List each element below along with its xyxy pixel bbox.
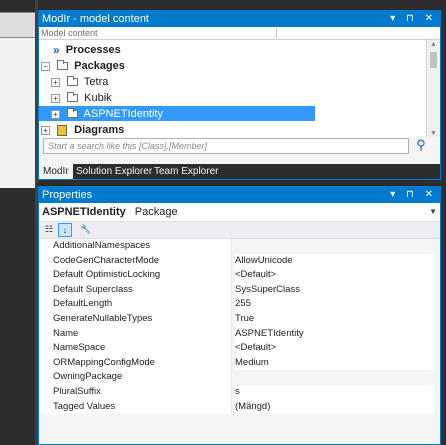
property-row[interactable]: ORMappingConfigMode Medium bbox=[39, 355, 440, 371]
object-name: ASPNETIdentity bbox=[42, 206, 126, 218]
property-value[interactable]: s bbox=[235, 384, 435, 400]
model-content-window: ModIr - model content ▾ ⊓ ✕ Model conten… bbox=[38, 10, 441, 180]
folder-icon bbox=[67, 76, 79, 87]
tree-scrollbar[interactable]: ▲ ▼ bbox=[426, 40, 440, 138]
tree-node-label: ASPNETIdentity bbox=[83, 108, 163, 120]
window-controls-icon[interactable]: ▾ ⊓ ✕ bbox=[390, 11, 437, 27]
property-value[interactable]: ASPNETIdentity bbox=[235, 326, 435, 342]
tree-node-label: Kubik bbox=[84, 92, 112, 104]
window-controls-icon[interactable]: ▾ ⊓ ✕ bbox=[390, 187, 437, 203]
model-column-header[interactable]: Model content bbox=[39, 27, 440, 40]
property-name: Default OptimisticLocking bbox=[39, 268, 232, 283]
expand-icon[interactable]: + bbox=[51, 77, 60, 87]
scroll-down-icon[interactable]: ▼ bbox=[430, 130, 437, 137]
left-editor-strip bbox=[0, 0, 35, 445]
property-value[interactable]: 255 bbox=[235, 297, 435, 312]
alphabetical-icon[interactable]: ↓ bbox=[58, 223, 72, 237]
property-name: CodeGenCharacterMode bbox=[39, 253, 232, 269]
expand-icon[interactable]: + bbox=[51, 109, 60, 119]
folder-icon bbox=[67, 92, 79, 103]
property-row[interactable]: Default OptimisticLocking <Default> bbox=[39, 268, 440, 283]
property-name: NameSpace bbox=[39, 341, 232, 356]
expand-icon[interactable]: + bbox=[41, 125, 50, 135]
tree-node-kubik[interactable]: + Kubik bbox=[51, 90, 112, 106]
tab-team-explorer[interactable]: Team Explorer bbox=[150, 164, 222, 179]
tree-node-aspnetidentity[interactable]: + ASPNETIdentity bbox=[51, 106, 163, 122]
left-strip-pane bbox=[0, 38, 35, 188]
property-name: Tagged Values bbox=[39, 399, 232, 415]
property-name: AdditionalNamespaces bbox=[39, 239, 232, 254]
chevron-down-icon[interactable]: ▼ bbox=[429, 203, 437, 221]
tree-node-tetra[interactable]: + Tetra bbox=[51, 74, 108, 90]
collapse-icon[interactable]: − bbox=[41, 61, 50, 71]
model-window-title: ModIr - model content bbox=[42, 13, 149, 25]
property-name: PluralSuffix bbox=[39, 384, 232, 400]
folder-icon bbox=[57, 60, 69, 71]
column-header-label: Model content bbox=[41, 28, 98, 38]
property-value[interactable]: (Mängd) bbox=[235, 399, 435, 415]
property-row[interactable]: NameSpace <Default> bbox=[39, 341, 440, 356]
properties-window: Properties ▾ ⊓ ✕ ASPNETIdentity Package … bbox=[38, 186, 441, 445]
property-value[interactable]: True bbox=[235, 311, 435, 327]
property-row[interactable]: PluralSuffix s bbox=[39, 384, 440, 400]
properties-toolbar: ☷ ↓ 🔧 bbox=[39, 222, 440, 239]
search-icon[interactable]: ⚲ bbox=[413, 137, 429, 153]
tool-window-tabs: ModIr Solution Explorer Team Explorer bbox=[39, 164, 440, 179]
tab-modlr[interactable]: ModIr bbox=[39, 164, 73, 179]
model-search-input[interactable]: Start a search like this [Class].[Member… bbox=[43, 138, 409, 154]
folder-icon bbox=[67, 108, 79, 119]
property-name: DefaultLength bbox=[39, 297, 232, 312]
property-value[interactable]: SysSuperClass bbox=[235, 282, 435, 298]
property-name: Default Superclass bbox=[39, 282, 232, 298]
object-type: Package bbox=[134, 206, 178, 218]
scroll-up-icon[interactable]: ▲ bbox=[430, 41, 437, 48]
property-value[interactable]: <Default> bbox=[235, 341, 435, 356]
property-row[interactable]: Name ASPNETIdentity bbox=[39, 326, 440, 342]
property-name: GenerateNullableTypes bbox=[39, 311, 232, 327]
property-row[interactable]: GenerateNullableTypes True bbox=[39, 311, 440, 327]
tree-node-processes[interactable]: » Processes bbox=[53, 42, 121, 58]
scrollbar-thumb[interactable] bbox=[430, 52, 437, 68]
tree-node-diagrams[interactable]: + Diagrams bbox=[41, 122, 124, 138]
column-separator[interactable] bbox=[276, 28, 277, 38]
processes-icon: » bbox=[53, 43, 60, 58]
property-name: Name bbox=[39, 326, 232, 342]
properties-titlebar[interactable]: Properties ▾ ⊓ ✕ bbox=[39, 187, 440, 203]
property-row[interactable]: Tagged Values (Mängd) bbox=[39, 399, 440, 415]
property-name: OwningPackage bbox=[39, 370, 232, 385]
tree-node-packages[interactable]: − Packages bbox=[41, 58, 125, 74]
property-row[interactable]: OwningPackage bbox=[39, 370, 440, 385]
property-value[interactable]: Medium bbox=[235, 355, 435, 371]
categorized-icon[interactable]: ☷ bbox=[42, 223, 56, 237]
tree-node-label: Packages bbox=[74, 60, 125, 72]
property-row[interactable]: Default Superclass SysSuperClass bbox=[39, 282, 440, 298]
tree-node-label: Diagrams bbox=[74, 124, 125, 136]
expand-icon[interactable]: + bbox=[51, 93, 60, 103]
property-row[interactable]: AdditionalNamespaces bbox=[39, 239, 440, 254]
model-tree: » Processes − Packages + Tetra + Kubik +… bbox=[39, 40, 425, 138]
tree-node-label: Processes bbox=[65, 44, 121, 56]
property-value[interactable]: AllowUnicode bbox=[235, 253, 435, 269]
property-value[interactable]: <Default> bbox=[235, 268, 435, 283]
properties-title: Properties bbox=[42, 189, 93, 201]
diagrams-icon bbox=[57, 124, 68, 136]
tree-node-label: Tetra bbox=[83, 76, 109, 88]
property-row[interactable]: CodeGenCharacterMode AllowUnicode bbox=[39, 253, 440, 269]
model-window-titlebar[interactable]: ModIr - model content ▾ ⊓ ✕ bbox=[39, 11, 440, 27]
property-pages-icon[interactable]: 🔧 bbox=[79, 223, 93, 237]
property-grid: AdditionalNamespaces CodeGenCharacterMod… bbox=[39, 239, 440, 415]
object-selector[interactable]: ASPNETIdentity Package ▼ bbox=[39, 203, 440, 222]
left-strip-tab[interactable] bbox=[0, 12, 35, 38]
property-row[interactable]: DefaultLength 255 bbox=[39, 297, 440, 312]
property-name: ORMappingConfigMode bbox=[39, 355, 232, 371]
tab-solution-explorer[interactable]: Solution Explorer bbox=[72, 164, 156, 179]
